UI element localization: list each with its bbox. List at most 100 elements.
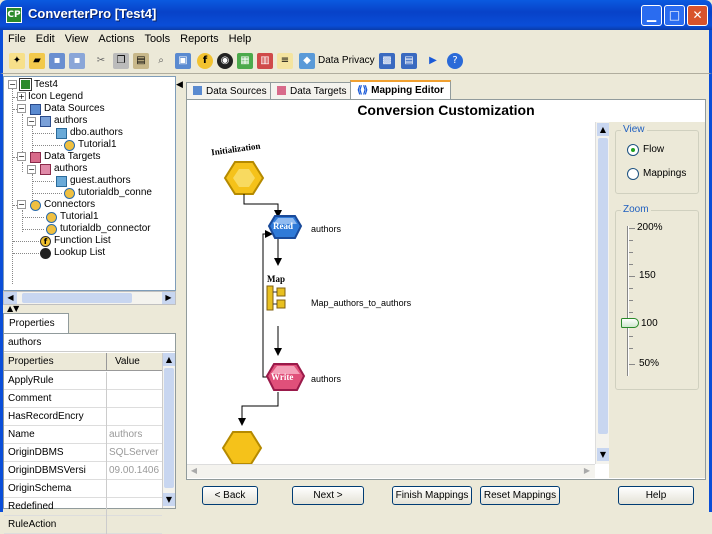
splitter-arrows-icon[interactable]: ▲▼: [7, 305, 19, 313]
menu-actions[interactable]: Actions: [93, 30, 139, 45]
collapse-toggle[interactable]: −: [17, 152, 26, 161]
menu-view[interactable]: View: [60, 30, 94, 45]
tree-item-data-targets[interactable]: Data Targets: [44, 151, 101, 163]
tree-item-conn-tutorial1[interactable]: Tutorial1: [60, 211, 99, 223]
mappings-radio-label[interactable]: Mappings: [643, 168, 686, 179]
canvas-vertical-scrollbar[interactable]: ▲ ▼: [595, 122, 609, 464]
connector-icon[interactable]: ▣: [175, 53, 191, 69]
scroll-up-arrow-icon[interactable]: ▲: [597, 123, 609, 136]
tab-data-targets[interactable]: Data Targets: [270, 82, 354, 100]
help-button[interactable]: Help: [618, 486, 694, 505]
scroll-left-arrow-icon[interactable]: ◀: [4, 292, 17, 304]
tab-mapping-editor[interactable]: ⟪⟫ Mapping Editor: [350, 80, 451, 100]
panel-splitter[interactable]: ▲▼: [3, 305, 176, 313]
scroll-right-arrow-icon[interactable]: ▶: [581, 466, 593, 478]
run-icon[interactable]: ▶: [425, 53, 441, 69]
tree-item-icon-legend[interactable]: Icon Legend: [28, 91, 83, 103]
property-row[interactable]: RuleAction: [4, 516, 162, 534]
close-button[interactable]: ✕: [687, 5, 708, 26]
tree-item-ds-tutorial1[interactable]: Tutorial1: [78, 139, 117, 151]
canvas-horizontal-scrollbar[interactable]: ◀ ▶: [187, 464, 595, 478]
property-value[interactable]: 09.00.1406: [106, 462, 162, 480]
expand-toggle[interactable]: +: [17, 92, 26, 101]
menu-file[interactable]: File: [3, 30, 31, 45]
property-row[interactable]: OriginDBMSVersi 09.00.1406: [4, 462, 162, 480]
title-bar[interactable]: CP ConverterPro [Test4] ▁ □ ✕: [0, 0, 712, 30]
property-row[interactable]: Name authors: [4, 426, 162, 444]
property-row[interactable]: ApplyRule: [4, 372, 162, 390]
read-node-label[interactable]: Read: [273, 221, 293, 231]
property-row[interactable]: OriginSchema: [4, 480, 162, 498]
save-all-icon[interactable]: ▪: [69, 53, 85, 69]
tree-item-guest-authors[interactable]: guest.authors: [70, 175, 131, 187]
property-row[interactable]: Redefined: [4, 498, 162, 516]
flow-radio-label[interactable]: Flow: [643, 144, 664, 155]
project-tree[interactable]: − Test4 + Icon Legend − Data Sources − a…: [3, 76, 176, 291]
menu-tools[interactable]: Tools: [139, 30, 175, 45]
back-button[interactable]: < Back: [202, 486, 258, 505]
menu-edit[interactable]: Edit: [31, 30, 60, 45]
property-value[interactable]: [106, 480, 162, 498]
cut-icon[interactable]: ✂: [93, 53, 109, 69]
tree-item-dt-authors[interactable]: authors: [54, 163, 87, 175]
property-value[interactable]: authors: [106, 426, 162, 444]
zoom-slider-track[interactable]: [627, 226, 629, 376]
lookup-icon[interactable]: ◉: [217, 53, 233, 69]
next-button[interactable]: Next >: [292, 486, 364, 505]
tree-item-conn-tutorialdb[interactable]: tutorialdb_connector: [60, 223, 151, 235]
mappings-radio[interactable]: [627, 168, 639, 180]
tree-item-lookup-list[interactable]: Lookup List: [54, 247, 105, 259]
grid-icon[interactable]: ▩: [379, 53, 395, 69]
finish-mappings-button[interactable]: Finish Mappings: [392, 486, 472, 505]
flow-radio[interactable]: [627, 144, 639, 156]
collapse-toggle[interactable]: −: [27, 165, 36, 174]
property-row[interactable]: HasRecordEncry: [4, 408, 162, 426]
scroll-thumb[interactable]: [598, 138, 608, 434]
tab-data-sources[interactable]: Data Sources: [186, 82, 274, 100]
col-header-value[interactable]: Value: [106, 353, 162, 371]
property-value[interactable]: [106, 372, 162, 390]
panel-collapse-icon[interactable]: ◀: [176, 80, 184, 100]
tree-item-dbo-authors[interactable]: dbo.authors: [70, 127, 123, 139]
map-node-label[interactable]: Map: [267, 274, 285, 284]
data-privacy-icon[interactable]: ◆: [299, 53, 315, 69]
property-value[interactable]: [106, 408, 162, 426]
new-project-icon[interactable]: ✦: [9, 53, 25, 69]
paste-icon[interactable]: ▤: [133, 53, 149, 69]
tree-item-tutorialdb-conne[interactable]: tutorialdb_conne: [78, 187, 152, 199]
property-value[interactable]: [106, 390, 162, 408]
minimize-button[interactable]: ▁: [641, 5, 662, 26]
collapse-toggle[interactable]: −: [17, 104, 26, 113]
property-value[interactable]: [106, 516, 162, 534]
data-privacy-button[interactable]: Data Privacy: [318, 53, 375, 69]
zoom-slider-thumb[interactable]: [621, 318, 639, 328]
tree-item-ds-authors[interactable]: authors: [54, 115, 87, 127]
copy-icon[interactable]: ❐: [113, 53, 129, 69]
collapse-toggle[interactable]: −: [17, 200, 26, 209]
collapse-toggle[interactable]: −: [27, 117, 36, 126]
tree-item-root[interactable]: Test4: [34, 79, 58, 91]
menu-reports[interactable]: Reports: [175, 30, 224, 45]
tree-item-connectors[interactable]: Connectors: [44, 199, 95, 211]
maximize-button[interactable]: □: [664, 5, 685, 26]
tree-item-function-list[interactable]: Function List: [54, 235, 111, 247]
flow-canvas[interactable]: Initialization Read authors Map Map_auth…: [187, 122, 607, 464]
scroll-right-arrow-icon[interactable]: ▶: [162, 292, 175, 304]
open-folder-icon[interactable]: ▰: [29, 53, 45, 69]
tree-item-data-sources[interactable]: Data Sources: [44, 103, 105, 115]
properties-scrollbar[interactable]: ▲ ▼: [162, 353, 175, 508]
find-icon[interactable]: ⌕: [153, 53, 169, 69]
property-value[interactable]: [106, 498, 162, 516]
scroll-down-arrow-icon[interactable]: ▼: [163, 493, 175, 506]
help-icon[interactable]: ?: [447, 53, 463, 69]
scroll-down-arrow-icon[interactable]: ▼: [597, 448, 609, 461]
tree-horizontal-scrollbar[interactable]: ◀ ▶: [3, 291, 176, 305]
menu-help[interactable]: Help: [224, 30, 257, 45]
property-value[interactable]: SQLServer: [106, 444, 162, 462]
property-row[interactable]: OriginDBMS SQLServer: [4, 444, 162, 462]
table-icon[interactable]: ▤: [401, 53, 417, 69]
report-icon[interactable]: ▦: [237, 53, 253, 69]
save-icon[interactable]: ▪: [49, 53, 65, 69]
property-row[interactable]: Comment: [4, 390, 162, 408]
col-header-properties[interactable]: Properties: [8, 356, 54, 367]
